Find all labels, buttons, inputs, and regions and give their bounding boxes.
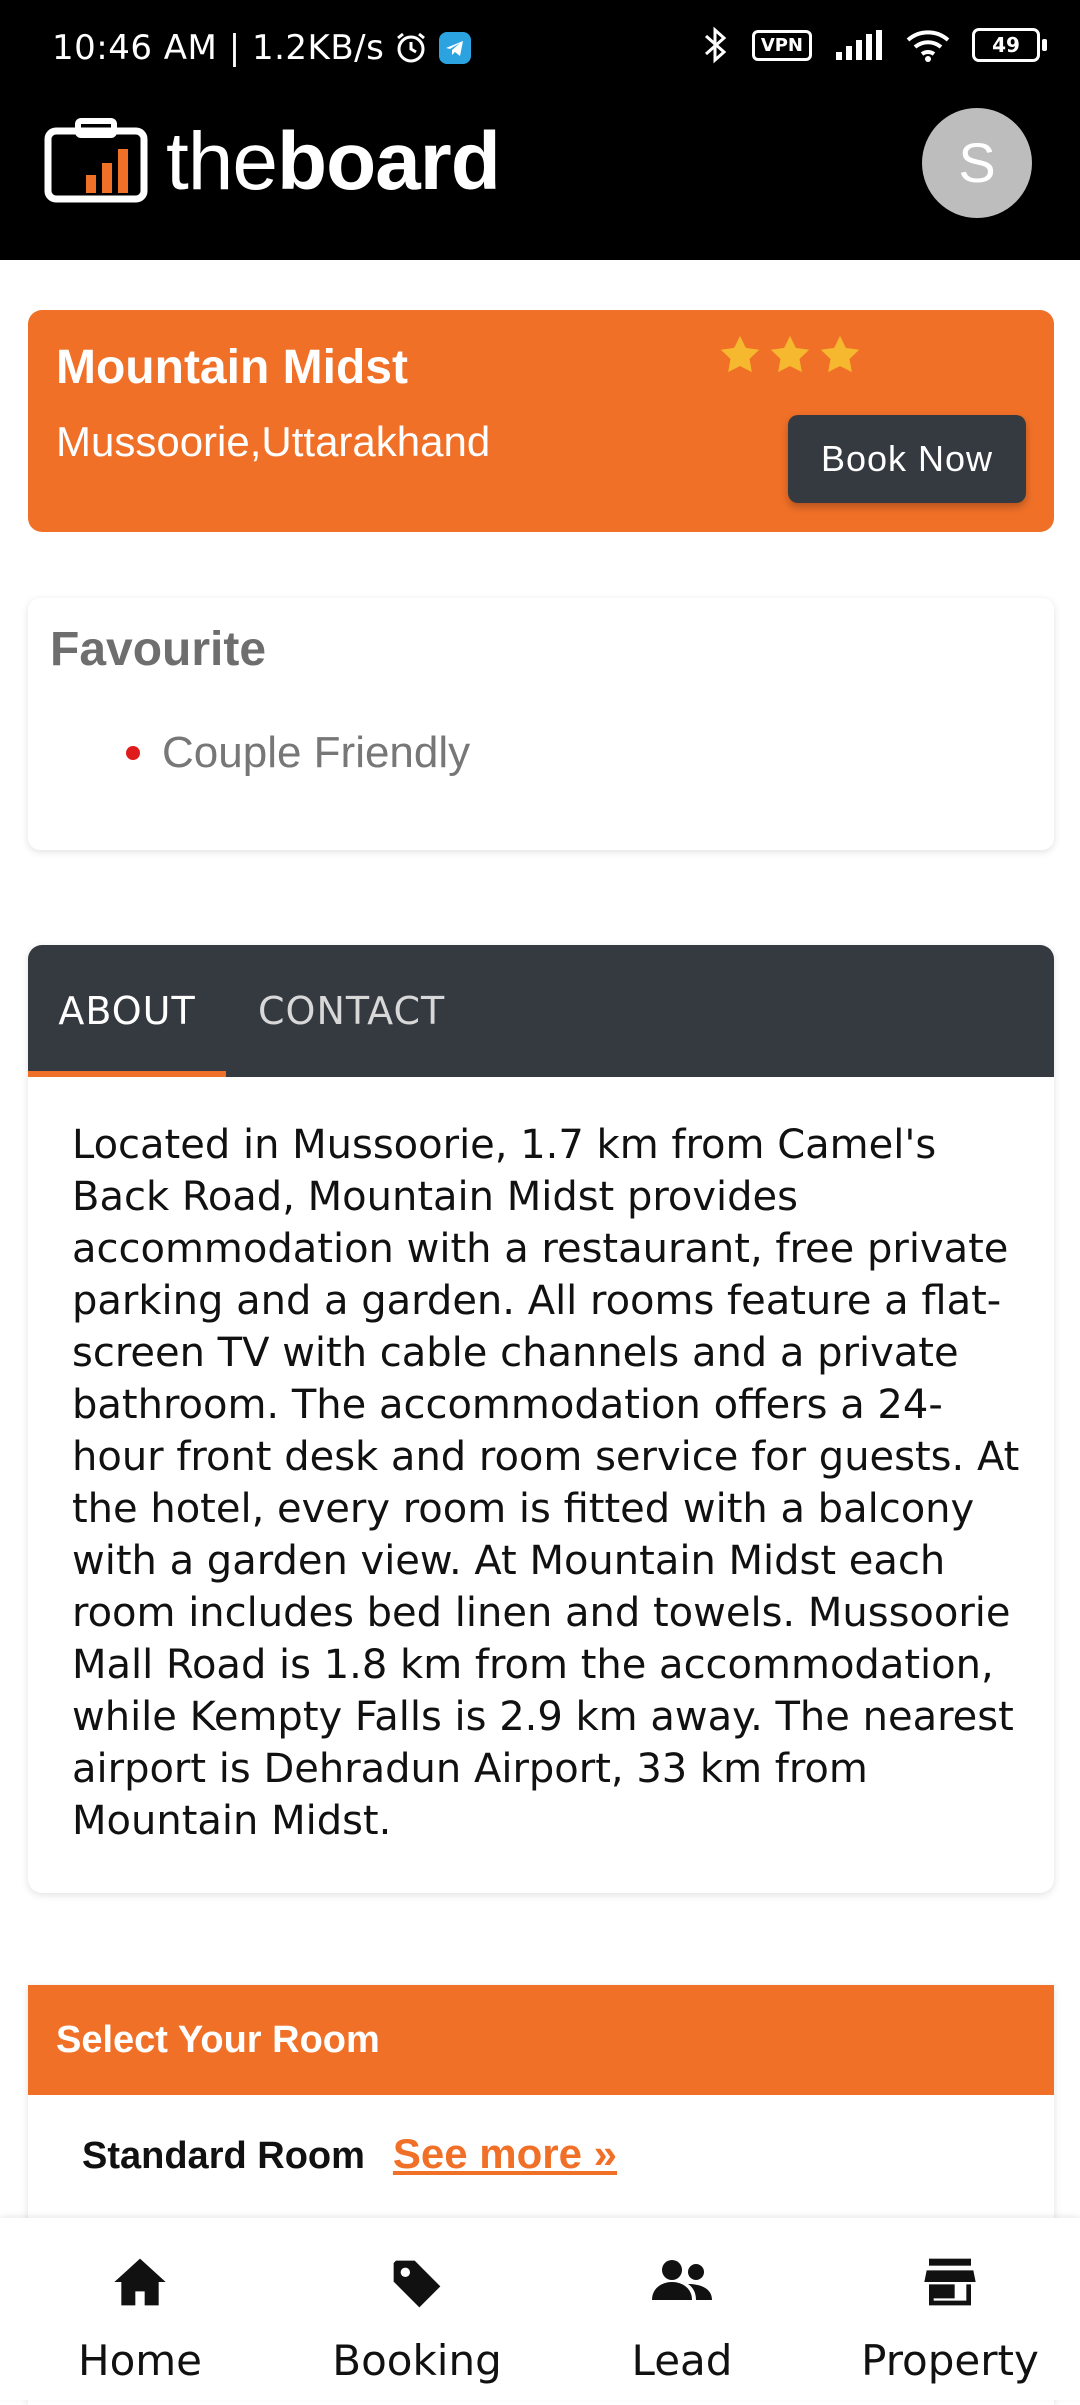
vpn-badge: VPN [751, 29, 812, 61]
hotel-name: Mountain Midst [56, 341, 408, 394]
nav-lead[interactable]: Lead [547, 2218, 817, 2400]
nav-label-lead: Lead [631, 2336, 733, 2385]
list-item: Couple Friendly [126, 728, 470, 778]
bullet-icon [126, 746, 140, 760]
battery-indicator: 49 [972, 28, 1047, 62]
logo-mark-icon [44, 117, 148, 208]
telegram-icon [438, 31, 472, 65]
star-icon [820, 335, 860, 373]
status-time: 10:46 AM | 1.2KB/s [52, 28, 385, 68]
details-tabs-card: ABOUT CONTACT Located in Mussoorie, 1.7 … [28, 945, 1054, 1893]
avatar[interactable]: S [922, 108, 1032, 218]
star-icon [770, 335, 810, 373]
alarm-icon [394, 31, 428, 65]
store-icon [924, 2258, 976, 2306]
bluetooth-icon [700, 26, 730, 64]
nav-label-home: Home [77, 2336, 203, 2385]
tab-contact[interactable]: CONTACT [258, 945, 445, 1077]
home-icon [114, 2258, 166, 2306]
star-rating [718, 334, 862, 376]
people-icon [652, 2260, 712, 2300]
tab-about[interactable]: ABOUT [28, 945, 226, 1077]
active-tab-indicator [28, 1071, 226, 1077]
favourite-item-label: Couple Friendly [162, 728, 471, 777]
nav-label-booking: Booking [332, 2336, 502, 2385]
tag-icon [393, 2260, 441, 2308]
app-header: 10:46 AM | 1.2KB/s VPN 49 theboard S [0, 0, 1080, 260]
logo-text: theboard [166, 115, 501, 209]
logo-text-thin: the [166, 116, 278, 207]
bottom-navigation: Home Booking Lead Property [0, 2218, 1080, 2400]
favourite-title: Favourite [50, 623, 267, 676]
logo-text-bold: board [277, 116, 501, 207]
star-icon [720, 335, 760, 373]
book-now-button[interactable]: Book Now [788, 415, 1026, 503]
status-left: 10:46 AM | 1.2KB/s [52, 28, 472, 68]
room-row: Standard Room See more » [82, 2130, 617, 2178]
wifi-icon [906, 28, 950, 62]
select-room-title: Select Your Room [28, 1985, 1054, 2095]
nav-booking[interactable]: Booking [282, 2218, 552, 2400]
hotel-summary-card: Mountain Midst Mussoorie,Uttarakhand Boo… [28, 310, 1054, 532]
room-name: Standard Room [82, 2135, 365, 2177]
app-logo[interactable]: theboard [44, 115, 501, 209]
signal-icon [834, 28, 884, 62]
nav-home[interactable]: Home [5, 2218, 275, 2400]
nav-property[interactable]: Property [815, 2218, 1080, 2400]
see-more-link[interactable]: See more » [393, 2130, 617, 2178]
nav-label-property: Property [861, 2336, 1039, 2385]
about-description: Located in Mussoorie, 1.7 km from Camel'… [72, 1122, 1020, 1844]
favourite-card: Favourite Couple Friendly [28, 598, 1054, 850]
tab-bar: ABOUT CONTACT [28, 945, 1054, 1077]
hotel-location: Mussoorie,Uttarakhand [56, 418, 491, 465]
status-right: VPN 49 [700, 26, 1047, 64]
status-bar: 10:46 AM | 1.2KB/s VPN 49 [0, 0, 1080, 105]
